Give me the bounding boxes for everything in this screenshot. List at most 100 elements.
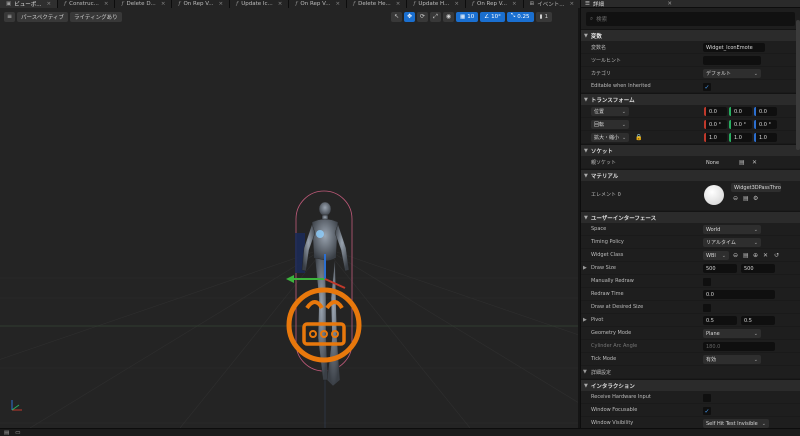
draw-size-y-input[interactable]: 500: [741, 264, 775, 273]
create-new-icon[interactable]: ⊕: [753, 252, 758, 259]
cylinder-arc-input: 180.0: [703, 342, 775, 351]
close-icon[interactable]: ×: [396, 1, 401, 7]
scale-z-input[interactable]: 1.0: [754, 133, 777, 142]
variable-name-input[interactable]: Widget_IconEmote: [703, 43, 765, 52]
lighting-mode-button[interactable]: ライティングあり: [70, 11, 122, 22]
editor-tab[interactable]: f Construc... ×: [58, 0, 116, 8]
camera-speed-button[interactable]: ▮ 1: [535, 11, 553, 22]
widget-class-value: WBI: [706, 252, 716, 259]
scale-mode-button[interactable]: ⤢: [430, 11, 441, 22]
editor-tab[interactable]: ⊞ イベント... ×: [523, 0, 580, 8]
perspective-button[interactable]: パースペクティブ: [17, 11, 69, 22]
expand-arrow-icon[interactable]: ▶: [583, 317, 587, 323]
details-scrollbar[interactable]: [796, 20, 800, 150]
close-icon[interactable]: ×: [104, 1, 109, 7]
close-icon[interactable]: ×: [278, 1, 283, 7]
location-y-input[interactable]: 0.0: [729, 107, 752, 116]
location-dropdown[interactable]: 位置 ⌄: [591, 107, 629, 116]
expand-arrow-icon[interactable]: ▶: [583, 265, 587, 271]
pivot-y-input[interactable]: 0.5: [741, 316, 775, 325]
browse-icon[interactable]: ▤: [743, 195, 749, 202]
browse-icon[interactable]: ▤: [739, 159, 745, 166]
lock-icon[interactable]: 🔒: [635, 134, 642, 141]
rotation-x-input[interactable]: 0.0 °: [704, 120, 727, 129]
section-transform[interactable]: ▼ トランスフォーム: [581, 93, 800, 105]
location-x-input[interactable]: 0.0: [704, 107, 727, 116]
location-z-input[interactable]: 0.0: [754, 107, 777, 116]
scale-y-input[interactable]: 1.0: [729, 133, 752, 142]
editor-tab[interactable]: f Delete He... ×: [347, 0, 408, 8]
section-material[interactable]: ▼ マテリアル: [581, 169, 800, 181]
editor-tab[interactable]: ▣ ビューポ... ×: [0, 0, 59, 8]
draw-size-x-input[interactable]: 500: [703, 264, 737, 273]
reset-arrow-icon[interactable]: ↺: [774, 252, 779, 259]
rotation-z-input[interactable]: 0.0 °: [754, 120, 777, 129]
editor-tab[interactable]: f Update H... ×: [407, 0, 466, 8]
section-user-interface[interactable]: ▼ ユーザーインターフェース: [581, 211, 800, 223]
coordinate-space-button[interactable]: ◉: [443, 11, 454, 22]
details-search-input[interactable]: ⌕ 検索: [586, 12, 795, 26]
scale-x-input[interactable]: 1.0: [704, 133, 727, 142]
content-drawer-icon[interactable]: ▤: [4, 430, 9, 436]
timing-dropdown[interactable]: リアルタイム ⌄: [703, 238, 761, 247]
row-category: カテゴリ デフォルト ⌄: [581, 67, 800, 80]
rotate-mode-button[interactable]: ⟳: [417, 11, 428, 22]
close-icon[interactable]: ×: [335, 1, 340, 7]
camera-icon: ▮: [539, 13, 543, 20]
translate-mode-button[interactable]: ✥: [404, 11, 415, 22]
editor-tab[interactable]: f Delete D... ×: [115, 0, 173, 8]
grid-snap-button[interactable]: ▦ 10: [456, 11, 479, 22]
material-thumbnail[interactable]: [704, 185, 724, 205]
editor-tab[interactable]: f Update Ic... ×: [230, 0, 290, 8]
scale-snap-button[interactable]: ⤡ 0.25: [506, 11, 534, 22]
rotation-dropdown[interactable]: 回転 ⌄: [591, 120, 629, 129]
viewport[interactable]: ≡ パースペクティブ ライティングあり ↖ ✥ ⟳ ⤢ ◉ ▦ 10 ∠ 10° ⤡…: [0, 8, 578, 428]
editor-tab[interactable]: f On Rep V... ×: [172, 0, 231, 8]
editor-tab[interactable]: f On Rep V... ×: [465, 0, 524, 8]
clear-icon[interactable]: ✕: [752, 159, 757, 166]
widget-class-dropdown[interactable]: WBI ⌄: [703, 251, 729, 260]
expand-arrow-icon[interactable]: ▼: [583, 369, 587, 375]
row-element-0: エレメント 0 Widget3DPassThro ⊖ ▤ ⚙: [581, 181, 800, 211]
use-selected-icon[interactable]: ⊖: [733, 252, 738, 259]
close-icon[interactable]: ×: [454, 1, 459, 7]
window-focusable-checkbox[interactable]: ✓: [703, 407, 711, 415]
tooltip-input[interactable]: [703, 56, 761, 65]
browse-icon[interactable]: ▤: [743, 252, 749, 259]
row-cylinder-arc: Cylinder Arc Angle 180.0: [581, 340, 800, 353]
close-icon[interactable]: ×: [570, 1, 575, 7]
category-dropdown[interactable]: デフォルト ⌄: [703, 69, 761, 78]
select-mode-button[interactable]: ↖: [391, 11, 402, 22]
clear-icon[interactable]: ✕: [763, 252, 768, 259]
section-variables[interactable]: ▼ 変数: [581, 29, 800, 41]
manual-redraw-checkbox[interactable]: [703, 278, 711, 286]
close-icon[interactable]: ✕: [667, 1, 672, 7]
material-dropdown[interactable]: Widget3DPassThro: [731, 183, 781, 192]
scale-dropdown[interactable]: 拡大・縮小 ⌄: [591, 133, 629, 142]
geometry-mode-dropdown[interactable]: Plane ⌄: [703, 329, 761, 338]
editor-tab[interactable]: f On Rep V... ×: [289, 0, 348, 8]
console-icon[interactable]: ▭: [15, 430, 20, 436]
section-socket[interactable]: ▼ ソケット: [581, 144, 800, 156]
row-advanced[interactable]: ▼ 詳細設定: [581, 366, 800, 379]
editable-checkbox[interactable]: ✓: [703, 83, 711, 91]
draw-desired-checkbox[interactable]: [703, 304, 711, 312]
pivot-x-input[interactable]: 0.5: [703, 316, 737, 325]
close-icon[interactable]: ×: [46, 1, 51, 7]
section-interaction[interactable]: ▼ インタラクション: [581, 379, 800, 391]
close-icon[interactable]: ×: [512, 1, 517, 7]
gear-icon[interactable]: ⚙: [753, 195, 758, 202]
window-visibility-dropdown[interactable]: Self Hit Test Invisible ⌄: [703, 419, 769, 428]
rotation-y-input[interactable]: 0.0 °: [729, 120, 752, 129]
details-tab[interactable]: ☰ 詳細 ✕: [581, 0, 800, 8]
rotation-snap-button[interactable]: ∠ 10°: [480, 11, 505, 22]
use-selected-icon[interactable]: ⊖: [733, 195, 738, 202]
redraw-time-input[interactable]: 0.0: [703, 290, 775, 299]
close-icon[interactable]: ×: [161, 1, 166, 7]
receive-hw-checkbox[interactable]: [703, 394, 711, 402]
tick-mode-dropdown[interactable]: 有効 ⌄: [703, 355, 761, 364]
viewport-options-button[interactable]: ≡: [4, 11, 15, 22]
space-dropdown[interactable]: World ⌄: [703, 225, 761, 234]
close-icon[interactable]: ×: [219, 1, 224, 7]
editor-tab-label: Update Ic...: [241, 1, 273, 7]
